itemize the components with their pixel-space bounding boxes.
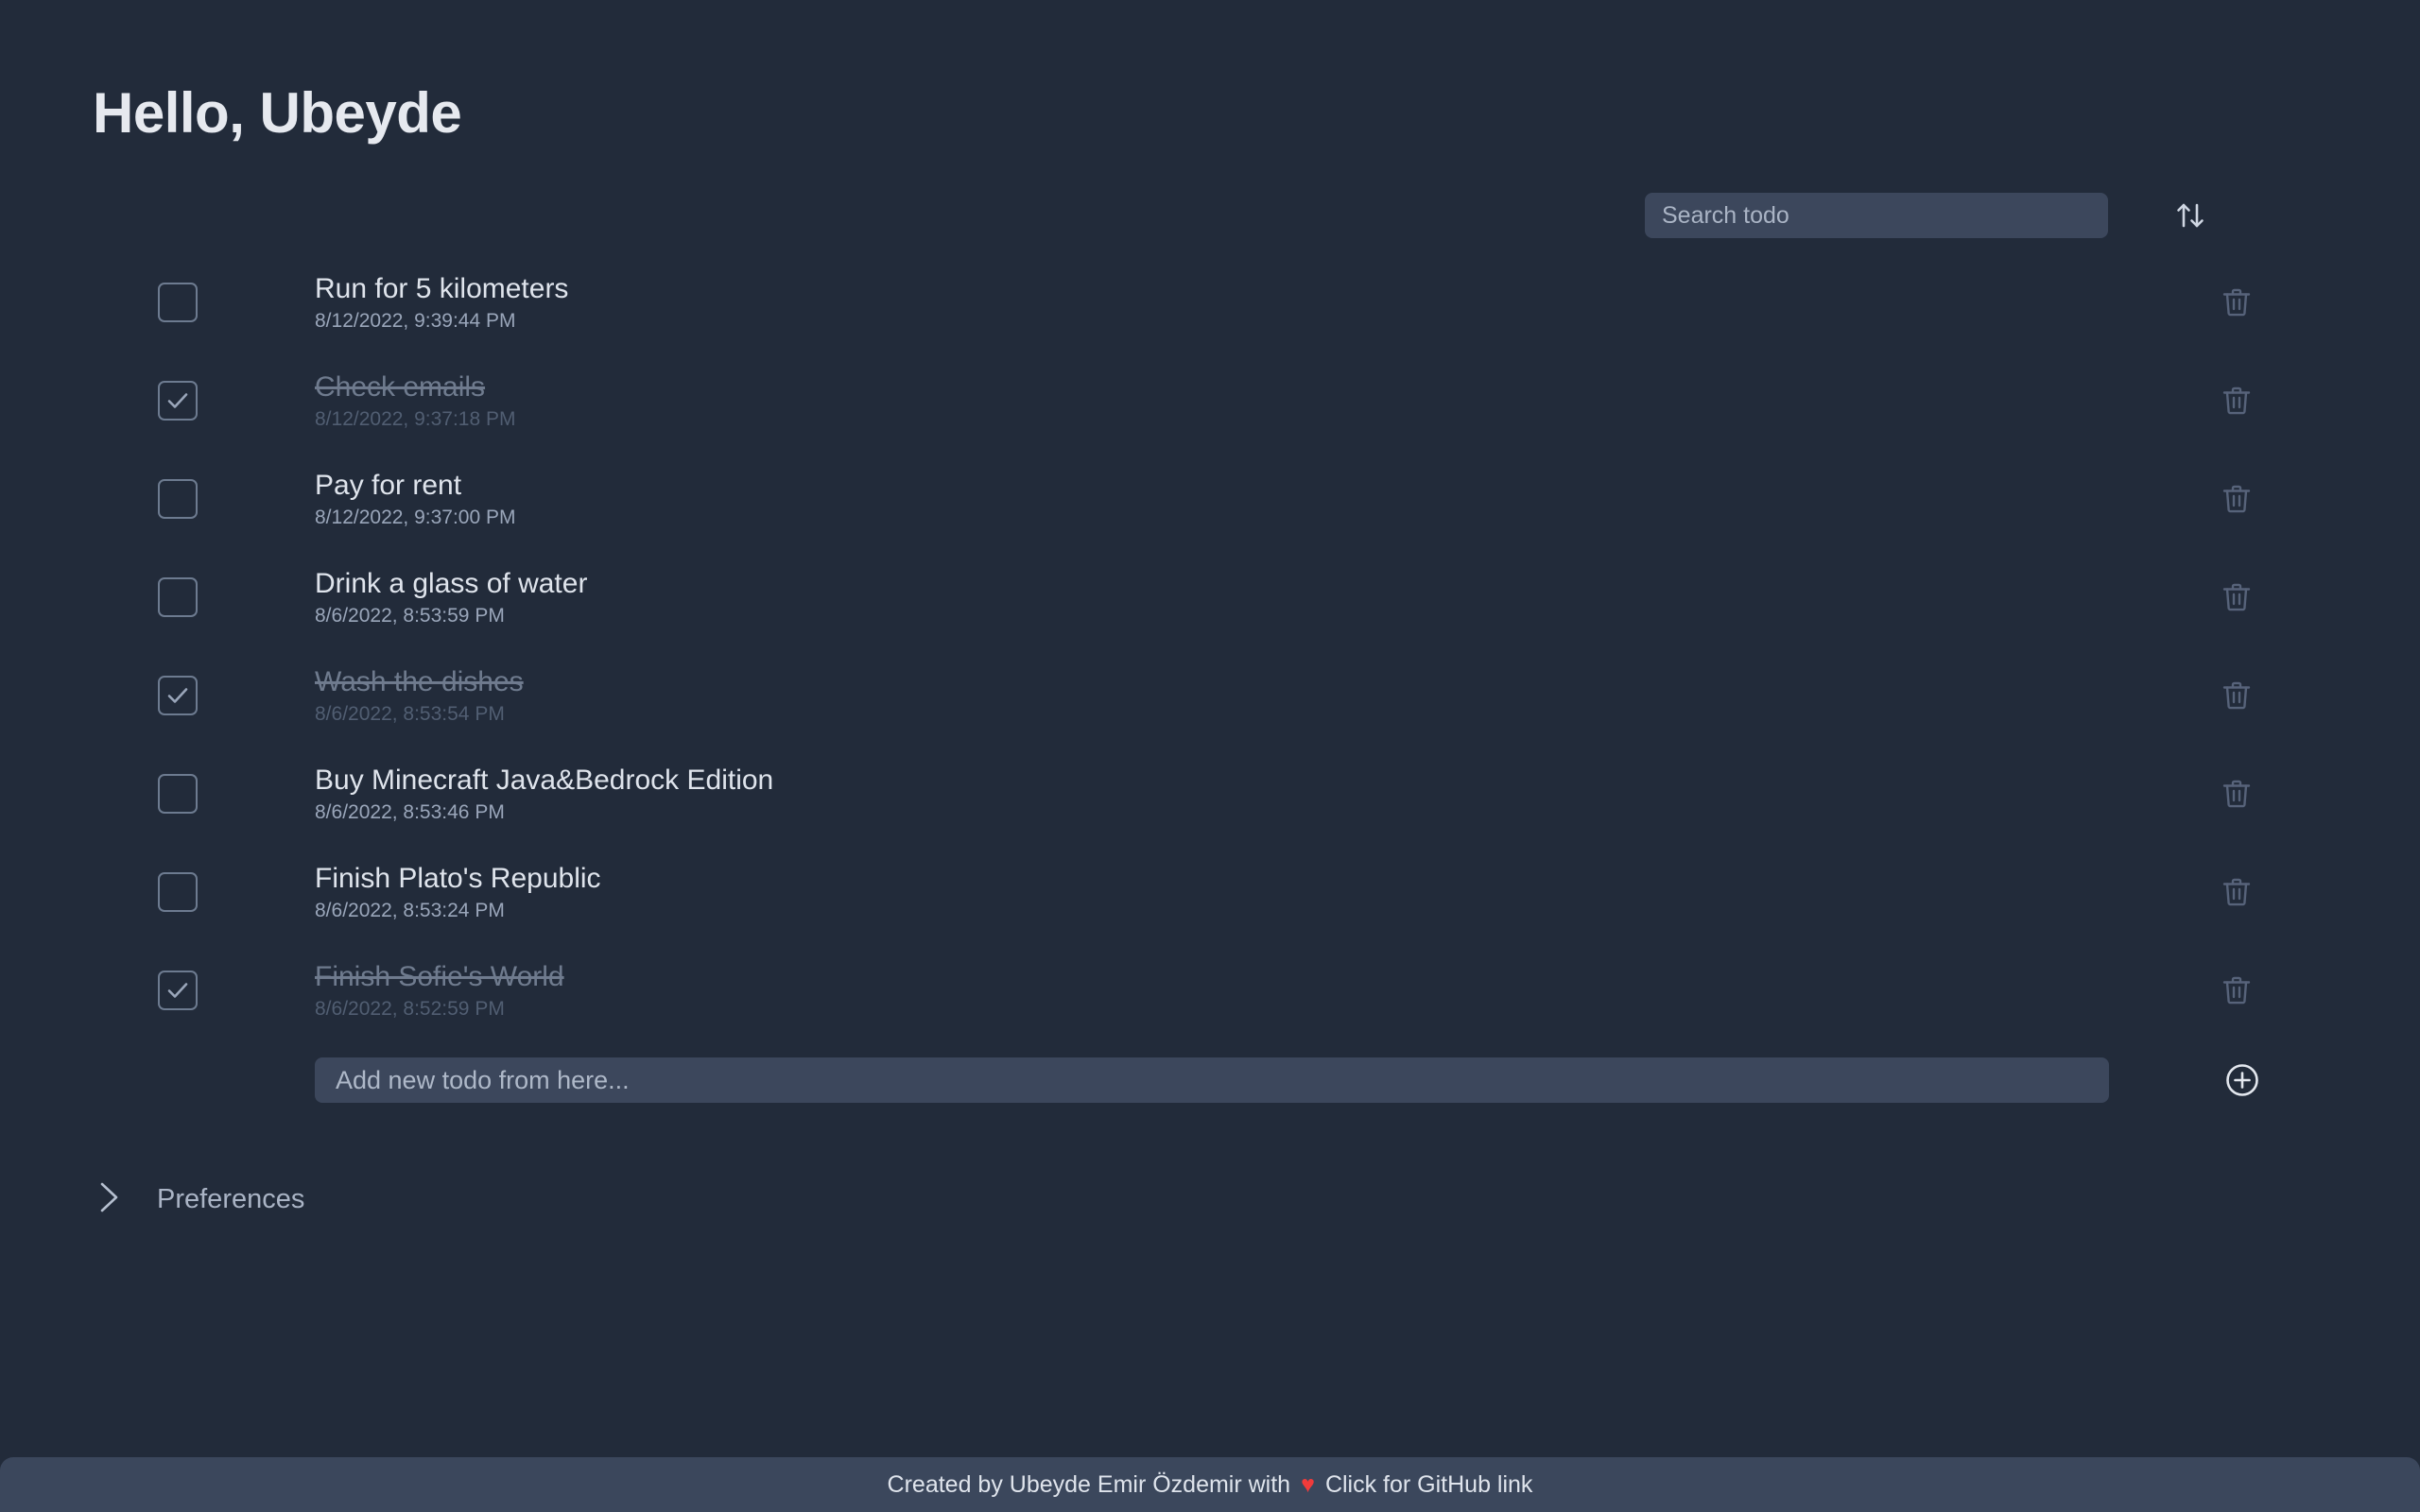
todo-title: Pay for rent (315, 469, 462, 501)
todo-checkbox[interactable] (158, 872, 198, 912)
todo-checkbox[interactable] (158, 479, 198, 519)
todo-row: Buy Minecraft Java&Bedrock Edition 8/6/2… (0, 745, 2420, 843)
todo-text: Check emails 8/12/2022, 9:37:18 PM (315, 371, 516, 430)
todo-text: Wash the dishes 8/6/2022, 8:53:54 PM (315, 666, 524, 725)
check-icon (165, 782, 190, 806)
check-icon (165, 978, 190, 1003)
todo-row: Finish Sofie's World 8/6/2022, 8:52:59 P… (0, 941, 2420, 1040)
todo-title: Drink a glass of water (315, 567, 588, 599)
delete-todo-button[interactable] (2216, 773, 2257, 815)
trash-icon (2220, 285, 2254, 319)
delete-todo-button[interactable] (2216, 675, 2257, 716)
todo-date: 8/6/2022, 8:53:59 PM (315, 604, 505, 627)
todo-text: Pay for rent 8/12/2022, 9:37:00 PM (315, 470, 516, 528)
trash-icon (2220, 580, 2254, 614)
todo-checkbox[interactable] (158, 971, 198, 1010)
add-todo-button[interactable] (2221, 1058, 2264, 1102)
chevron-right-icon (93, 1177, 125, 1223)
todo-row: Pay for rent 8/12/2022, 9:37:00 PM (0, 450, 2420, 548)
todo-row: Run for 5 kilometers 8/12/2022, 9:39:44 … (0, 253, 2420, 352)
footer-github-link[interactable]: Created by Ubeyde Emir Özdemir with ♥ Cl… (0, 1457, 2420, 1512)
trash-icon (2220, 777, 2254, 811)
todo-row: Wash the dishes 8/6/2022, 8:53:54 PM (0, 646, 2420, 745)
todo-text: Buy Minecraft Java&Bedrock Edition 8/6/2… (315, 765, 773, 823)
trash-icon (2220, 973, 2254, 1007)
check-icon (165, 290, 190, 315)
delete-todo-button[interactable] (2216, 380, 2257, 421)
todo-row: Drink a glass of water 8/6/2022, 8:53:59… (0, 548, 2420, 646)
delete-todo-button[interactable] (2216, 478, 2257, 520)
todo-text: Run for 5 kilometers 8/12/2022, 9:39:44 … (315, 273, 568, 332)
todo-date: 8/12/2022, 9:37:00 PM (315, 506, 516, 528)
todo-title: Finish Plato's Republic (315, 862, 601, 894)
todo-row: Check emails 8/12/2022, 9:37:18 PM (0, 352, 2420, 450)
todo-date: 8/6/2022, 8:52:59 PM (315, 997, 505, 1020)
trash-icon (2220, 384, 2254, 418)
todo-checkbox[interactable] (158, 774, 198, 814)
todo-date: 8/6/2022, 8:53:54 PM (315, 702, 505, 725)
check-icon (165, 880, 190, 904)
todo-title: Buy Minecraft Java&Bedrock Edition (315, 764, 774, 796)
todo-date: 8/12/2022, 9:37:18 PM (315, 407, 516, 430)
todo-text: Drink a glass of water 8/6/2022, 8:53:59… (315, 568, 587, 627)
preferences-label: Preferences (157, 1184, 305, 1214)
todo-row: Finish Plato's Republic 8/6/2022, 8:53:2… (0, 843, 2420, 941)
todo-checkbox[interactable] (158, 381, 198, 421)
trash-icon (2220, 482, 2254, 516)
todo-list: Run for 5 kilometers 8/12/2022, 9:39:44 … (0, 253, 2420, 1121)
todo-checkbox[interactable] (158, 676, 198, 715)
todo-title: Wash the dishes (315, 665, 524, 697)
heart-icon: ♥ (1301, 1470, 1315, 1498)
todo-date: 8/6/2022, 8:53:24 PM (315, 899, 505, 921)
delete-todo-button[interactable] (2216, 576, 2257, 618)
footer-text-before: Created by Ubeyde Emir Özdemir with (887, 1470, 1291, 1498)
todo-title: Check emails (315, 370, 486, 403)
todo-checkbox[interactable] (158, 577, 198, 617)
preferences-accordion[interactable]: Preferences (93, 1177, 304, 1223)
check-icon (165, 585, 190, 610)
todo-text: Finish Plato's Republic 8/6/2022, 8:53:2… (315, 863, 601, 921)
delete-todo-button[interactable] (2216, 970, 2257, 1011)
sort-arrows-icon (2172, 197, 2210, 234)
todo-date: 8/6/2022, 8:53:46 PM (315, 800, 505, 823)
delete-todo-button[interactable] (2216, 871, 2257, 913)
sort-button[interactable] (2165, 189, 2218, 242)
plus-circle-icon (2222, 1060, 2262, 1100)
trash-icon (2220, 679, 2254, 713)
search-input[interactable] (1645, 193, 2108, 238)
page-title: Hello, Ubeyde (93, 81, 462, 145)
check-icon (165, 487, 190, 511)
todo-date: 8/12/2022, 9:39:44 PM (315, 309, 516, 332)
toolbar (1645, 189, 2218, 242)
footer-text-after: Click for GitHub link (1324, 1470, 1533, 1498)
todo-checkbox[interactable] (158, 283, 198, 322)
delete-todo-button[interactable] (2216, 282, 2257, 323)
check-icon (165, 388, 190, 413)
trash-icon (2220, 875, 2254, 909)
todo-title: Finish Sofie's World (315, 960, 564, 992)
todo-title: Run for 5 kilometers (315, 272, 569, 304)
todo-text: Finish Sofie's World 8/6/2022, 8:52:59 P… (315, 961, 564, 1020)
add-todo-row (0, 1040, 2420, 1121)
check-icon (165, 683, 190, 708)
add-todo-input[interactable] (315, 1057, 2109, 1103)
